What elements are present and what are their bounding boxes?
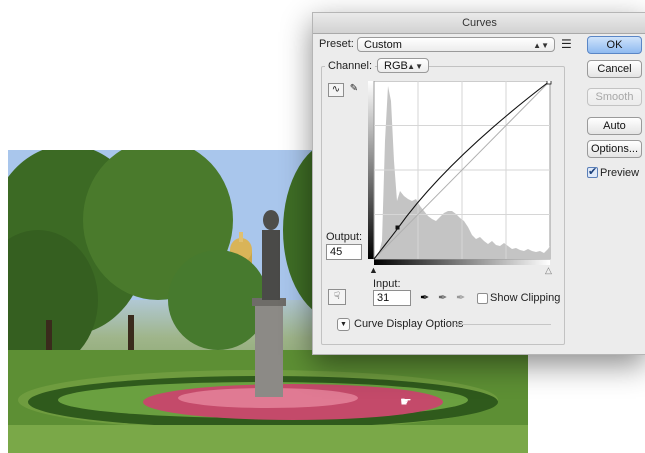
auto-button[interactable]: Auto [587,117,642,135]
options-button[interactable]: Options... [587,140,642,158]
show-clipping-checkbox[interactable] [477,293,488,304]
output-field[interactable]: 45 [326,244,362,260]
channel-select[interactable]: RGB ▲▼ [377,58,429,73]
hand-cursor-icon: ☛ [400,395,412,410]
channel-label: Channel: [325,60,376,72]
curve-control-point[interactable] [395,225,400,230]
input-label: Input: [373,278,401,290]
preview-checkbox[interactable] [587,165,598,178]
smooth-button[interactable]: Smooth [587,88,642,106]
input-gradient-bar [374,259,550,265]
curves-dialog: Curves Preset: Custom ▲▼ ☰ OK Cancel Smo… [312,12,645,355]
curve-point-tool-icon[interactable]: ∿ [328,83,344,97]
show-clipping-label: Show Clipping [490,292,561,304]
pencil-tool-icon[interactable]: ✎ [346,83,362,97]
curve-graph[interactable] [368,81,552,266]
input-field[interactable]: 31 [373,290,411,306]
channel-value: RGB [384,60,408,72]
select-arrows-icon: ▲▼ [533,41,549,50]
preset-label: Preset: [319,38,354,50]
channel-arrows-icon: ▲▼ [407,62,423,71]
preset-value: Custom [364,39,402,51]
divider [455,324,551,325]
target-adjust-icon[interactable]: ☟ [328,289,346,305]
black-eyedropper-icon[interactable]: ✒ [420,291,429,304]
preview-label: Preview [600,167,640,179]
black-point-slider-icon[interactable]: ▲ [369,265,378,275]
curve-endpoint[interactable] [546,81,552,85]
dialog-title[interactable]: Curves [313,13,645,34]
cancel-button[interactable]: Cancel [587,60,642,78]
white-point-slider-icon[interactable]: △ [545,265,552,276]
ok-button[interactable]: OK [587,36,642,54]
list-menu-icon[interactable]: ☰ [561,37,572,51]
gray-eyedropper-icon[interactable]: ✒ [438,291,447,304]
preset-select[interactable]: Custom ▲▼ [357,37,555,52]
white-eyedropper-icon[interactable]: ✒ [456,291,465,304]
output-gradient-bar [368,81,374,259]
curve-display-options-label[interactable]: Curve Display Options [354,318,463,330]
output-label: Output: [326,231,363,243]
disclosure-arrow-icon[interactable]: ▼ [337,318,350,331]
